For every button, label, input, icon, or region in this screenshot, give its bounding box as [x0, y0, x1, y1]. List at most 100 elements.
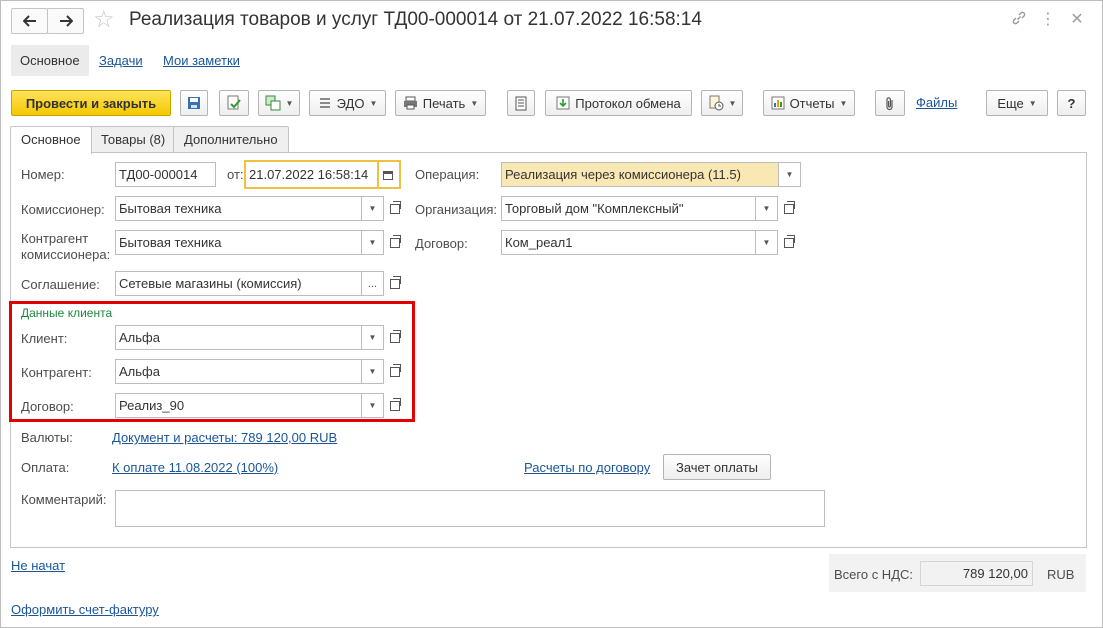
- chevron-down-icon: ▼: [368, 333, 377, 342]
- client-dropdown[interactable]: ▼: [362, 325, 384, 350]
- date-from-label: от:: [227, 167, 244, 182]
- client-contract-field[interactable]: Реализ_90: [115, 393, 362, 418]
- more-vertical-icon[interactable]: ⋮: [1038, 10, 1058, 30]
- more-button[interactable]: Еще ▼: [986, 90, 1048, 116]
- contract-dropdown[interactable]: ▼: [756, 230, 778, 255]
- commissioner-field[interactable]: Бытовая техника: [115, 196, 362, 221]
- chevron-down-icon: ▼: [368, 238, 377, 247]
- more-label: Еще: [997, 95, 1024, 111]
- organization-open-button[interactable]: [778, 196, 800, 221]
- commissioner-dropdown[interactable]: ▼: [362, 196, 384, 221]
- chevron-down-icon: ▼: [470, 98, 479, 108]
- client-contract-label: Договор:: [21, 399, 74, 414]
- help-button[interactable]: ?: [1057, 90, 1086, 116]
- contract-label: Договор:: [415, 236, 468, 251]
- comment-label: Комментарий:: [21, 492, 107, 507]
- create-based-icon: [265, 95, 281, 111]
- save-button[interactable]: [180, 90, 208, 116]
- save-icon: [188, 97, 200, 109]
- open-icon: [784, 200, 795, 214]
- calendar-icon: [383, 170, 393, 180]
- operation-dropdown[interactable]: ▼: [779, 162, 801, 187]
- organization-label: Организация:: [415, 202, 498, 217]
- payment-link[interactable]: К оплате 11.08.2022 (100%): [112, 460, 278, 475]
- open-icon: [784, 234, 795, 248]
- post-and-close-button[interactable]: Провести и закрыть: [11, 90, 171, 116]
- organization-field[interactable]: Торговый дом "Комплексный": [501, 196, 756, 221]
- organization-dropdown[interactable]: ▼: [756, 196, 778, 221]
- create-based-on-button[interactable]: ▼: [258, 90, 300, 116]
- reports-button[interactable]: Отчеты ▼: [763, 90, 855, 116]
- counterparty-field[interactable]: Альфа: [115, 359, 362, 384]
- counterparty-label: Контрагент:: [21, 365, 92, 380]
- exchange-protocol-button[interactable]: Протокол обмена: [545, 90, 692, 116]
- edo-button[interactable]: ЭДО ▼: [309, 90, 386, 116]
- files-link[interactable]: Файлы: [916, 95, 957, 110]
- invoice-link[interactable]: Оформить счет-фактуру: [11, 602, 159, 617]
- link-icon[interactable]: [1009, 10, 1029, 32]
- chevron-down-icon: ▼: [728, 98, 737, 108]
- chevron-down-icon: ▼: [839, 98, 848, 108]
- nav-notes[interactable]: Мои заметки: [163, 45, 240, 76]
- close-icon[interactable]: ✕: [1067, 10, 1087, 30]
- reports-label: Отчеты: [789, 95, 835, 111]
- nav-main[interactable]: Основное: [11, 45, 89, 76]
- client-field[interactable]: Альфа: [115, 325, 362, 350]
- structure-button[interactable]: ▼: [701, 90, 743, 116]
- tab-goods[interactable]: Товары (8): [90, 126, 177, 153]
- chevron-down-icon: ▼: [762, 204, 771, 213]
- counterparty-dropdown[interactable]: ▼: [362, 359, 384, 384]
- printer-icon: [403, 96, 417, 110]
- back-button[interactable]: [11, 8, 48, 34]
- currency-link[interactable]: Документ и расчеты: 789 120,00 RUB: [112, 430, 337, 445]
- total-label: Всего с НДС:: [834, 567, 914, 582]
- chevron-down-icon: ▼: [368, 204, 377, 213]
- commissioner-open-button[interactable]: [384, 196, 406, 221]
- cp-commissioner-label-2: комиссионера:: [21, 247, 111, 262]
- forward-button[interactable]: [47, 8, 84, 34]
- open-icon: [390, 363, 401, 377]
- calendar-button[interactable]: [377, 160, 401, 189]
- cp-commissioner-field[interactable]: Бытовая техника: [115, 230, 362, 255]
- window-title: Реализация товаров и услуг ТД00-000014 о…: [129, 9, 702, 30]
- report-icon: [771, 96, 785, 110]
- journal-button[interactable]: [507, 90, 535, 116]
- counterparty-open-button[interactable]: [384, 359, 406, 384]
- payment-label: Оплата:: [21, 460, 70, 475]
- open-icon: [390, 275, 401, 289]
- agreement-select-button[interactable]: ...: [362, 271, 384, 296]
- offset-payment-button[interactable]: Зачет оплаты: [663, 454, 771, 480]
- open-icon: [390, 397, 401, 411]
- number-label: Номер:: [21, 167, 65, 182]
- tab-main[interactable]: Основное: [10, 126, 92, 154]
- date-field[interactable]: 21.07.2022 16:58:14: [244, 160, 379, 189]
- print-button[interactable]: Печать ▼: [395, 90, 486, 116]
- nav-tasks[interactable]: Задачи: [99, 45, 143, 76]
- print-label: Печать: [422, 95, 466, 111]
- open-icon: [390, 234, 401, 248]
- agreement-open-button[interactable]: [384, 271, 406, 296]
- currency-label: Валюты:: [21, 430, 73, 445]
- client-contract-open-button[interactable]: [384, 393, 406, 418]
- contract-field[interactable]: Ком_реал1: [501, 230, 756, 255]
- client-open-button[interactable]: [384, 325, 406, 350]
- cp-commissioner-open-button[interactable]: [384, 230, 406, 255]
- status-link[interactable]: Не начат: [11, 558, 65, 573]
- cp-commissioner-label-1: Контрагент: [21, 231, 89, 246]
- contract-open-button[interactable]: [778, 230, 800, 255]
- document-window: ☆ Реализация товаров и услуг ТД00-000014…: [0, 0, 1103, 628]
- post-button[interactable]: [219, 90, 249, 116]
- comment-field[interactable]: [115, 490, 825, 527]
- number-field[interactable]: ТД00-000014: [115, 162, 216, 187]
- chevron-down-icon: ▼: [368, 367, 377, 376]
- operation-field[interactable]: Реализация через комиссионера (11.5): [501, 162, 779, 187]
- contract-settlements-link[interactable]: Расчеты по договору: [524, 460, 650, 475]
- open-icon: [390, 329, 401, 343]
- client-contract-dropdown[interactable]: ▼: [362, 393, 384, 418]
- agreement-field[interactable]: Сетевые магазины (комиссия): [115, 271, 362, 296]
- cp-commissioner-dropdown[interactable]: ▼: [362, 230, 384, 255]
- commissioner-label: Комиссионер:: [21, 202, 105, 217]
- tab-additional[interactable]: Дополнительно: [173, 126, 289, 153]
- star-icon[interactable]: ☆: [93, 6, 115, 34]
- attach-button[interactable]: [875, 90, 905, 116]
